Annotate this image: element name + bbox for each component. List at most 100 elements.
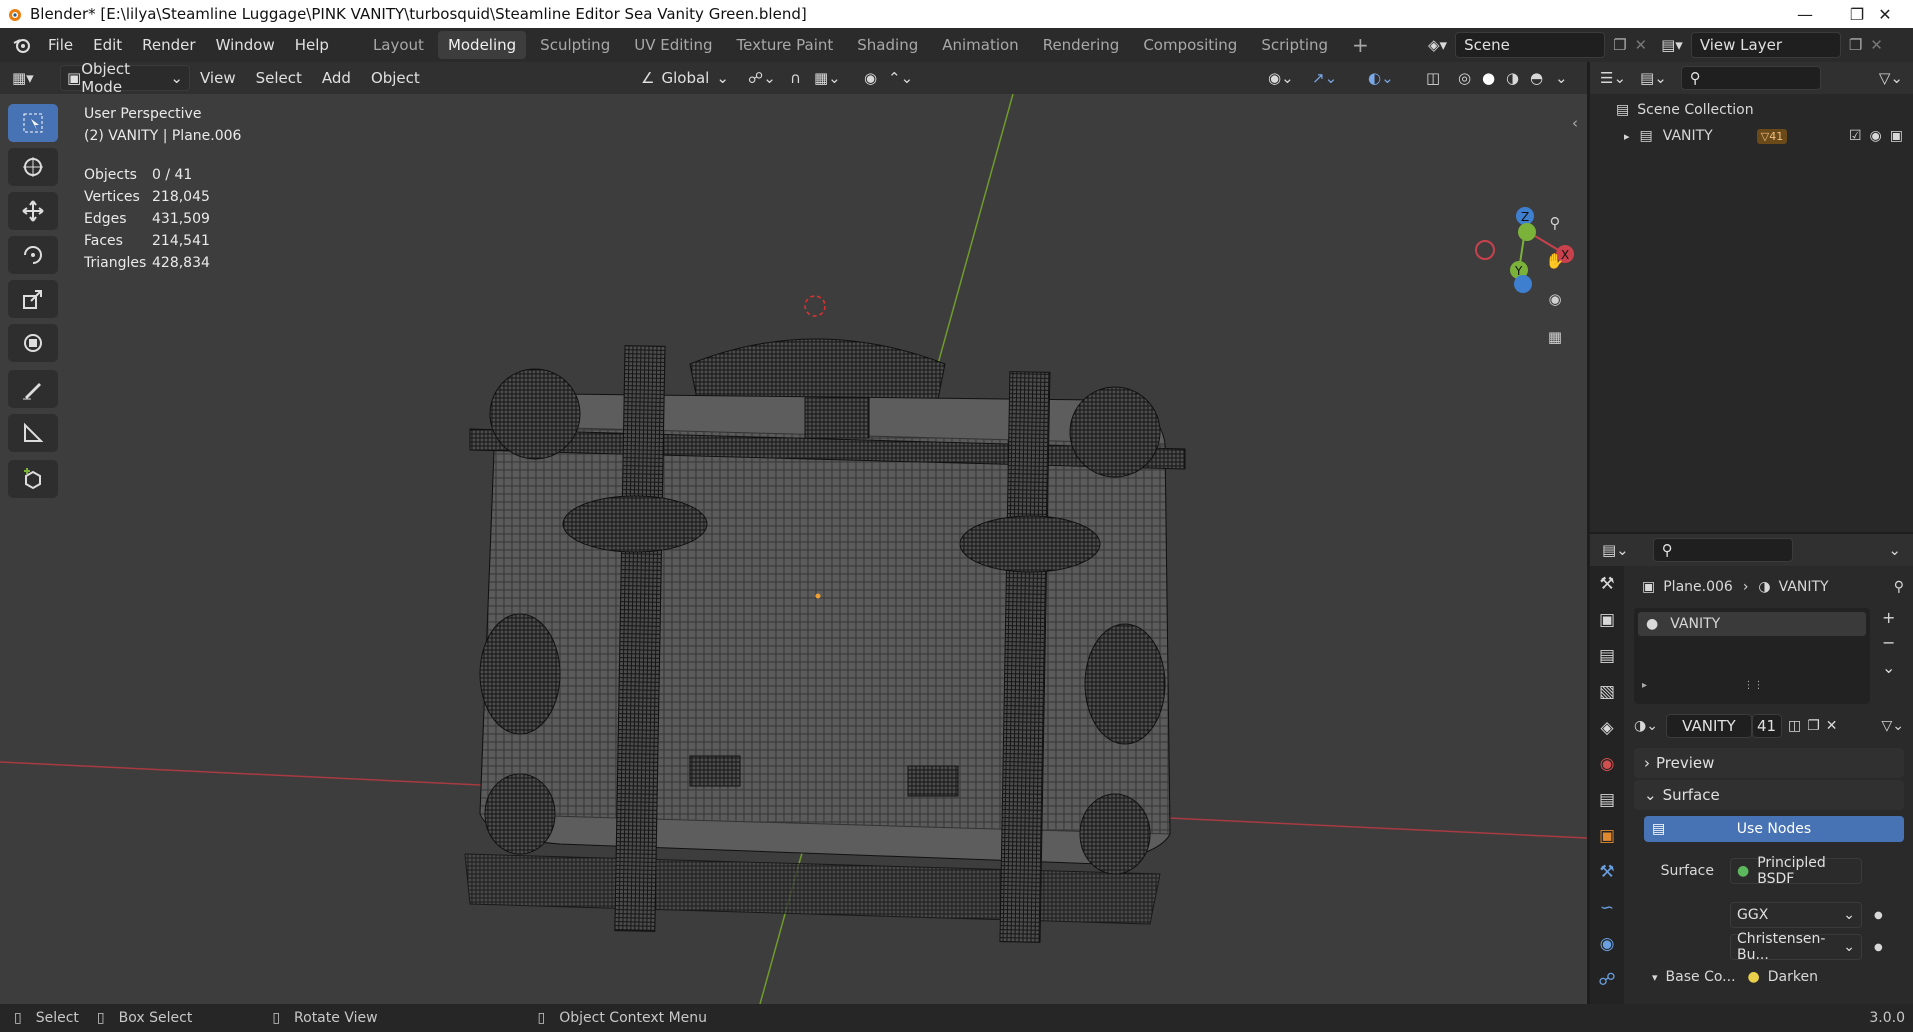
3d-cursor[interactable] <box>804 295 826 317</box>
new-scene-icon[interactable]: ❐ <box>1613 36 1626 54</box>
slot-menu-icon[interactable]: ⌄ <box>1882 658 1895 677</box>
menu-render[interactable]: Render <box>132 28 205 62</box>
remove-view-layer-icon[interactable]: ✕ <box>1870 36 1883 54</box>
eye-icon[interactable]: ◉ <box>1870 128 1882 144</box>
shading-options-icon[interactable]: ⌄ <box>1555 69 1568 87</box>
wireframe-shading-icon[interactable]: ◎ <box>1458 69 1471 87</box>
outliner-search-input[interactable]: ⚲ <box>1680 66 1821 90</box>
chevron-down-icon[interactable]: ⌄ <box>1888 541 1901 559</box>
collection-tab-icon[interactable]: ▤ <box>1590 782 1624 818</box>
add-slot-icon[interactable]: + <box>1882 608 1895 627</box>
render-tab-icon[interactable]: ▣ <box>1590 602 1624 638</box>
add-workspace-icon[interactable]: + <box>1342 31 1379 59</box>
modifier-tab-icon[interactable]: ⚒ <box>1590 854 1624 890</box>
expand-arrow-icon[interactable]: ▸ <box>1624 130 1630 143</box>
tab-animation[interactable]: Animation <box>932 31 1028 59</box>
sidebar-toggle-icon[interactable]: ‹ <box>1572 114 1578 132</box>
tab-modeling[interactable]: Modeling <box>437 31 527 59</box>
falloff-icon[interactable]: ⌃⌄ <box>888 69 913 87</box>
solid-shading-icon[interactable]: ● <box>1482 69 1495 87</box>
distribution-dropdown[interactable]: GGX ⌄ <box>1730 902 1862 928</box>
material-slot-item[interactable]: ● VANITY <box>1638 612 1866 636</box>
xray-icon[interactable]: ◫ <box>1426 69 1440 87</box>
view-layer-tab-icon[interactable]: ▧ <box>1590 674 1624 710</box>
properties-search-input[interactable]: ⚲ <box>1652 538 1793 562</box>
rendered-shading-icon[interactable]: ◓ <box>1530 69 1543 87</box>
view-layer-field[interactable]: View Layer <box>1690 32 1841 58</box>
fake-user-icon[interactable]: ◫ <box>1788 718 1801 734</box>
expand-down-icon[interactable]: ▾ <box>1652 971 1658 984</box>
material-shading-icon[interactable]: ◑ <box>1506 69 1519 87</box>
output-tab-icon[interactable]: ▤ <box>1590 638 1624 674</box>
preview-panel-header[interactable]: › Preview <box>1634 748 1904 778</box>
remove-slot-icon[interactable]: − <box>1882 633 1895 652</box>
surface-panel-header[interactable]: ⌄ Surface <box>1634 780 1904 810</box>
display-mode-icon[interactable]: ▤⌄ <box>1640 69 1667 87</box>
subsurface-dropdown[interactable]: Christensen-Bu... ⌄ <box>1730 931 1862 963</box>
camera-view-icon[interactable]: ◉ <box>1538 282 1572 316</box>
scale-tool-icon[interactable] <box>8 280 58 318</box>
pin-icon[interactable]: ⚲ <box>1894 579 1904 595</box>
visibility-icon[interactable]: ◉⌄ <box>1268 69 1294 87</box>
tool-tab-icon[interactable]: ⚒ <box>1590 566 1624 602</box>
outliner-row-scene-collection[interactable]: ▤ Scene Collection <box>1590 94 1913 120</box>
browse-material-icon[interactable]: ◑⌄ <box>1634 718 1658 734</box>
annotate-tool-icon[interactable] <box>8 370 58 408</box>
scene-canvas[interactable]: X Z Y <box>0 94 1587 1004</box>
menu-file[interactable]: File <box>38 28 83 62</box>
blender-menu-icon[interactable] <box>12 35 32 55</box>
pan-hand-icon[interactable]: ✋ <box>1538 244 1572 278</box>
outliner-row-vanity[interactable]: ▸ ▤ VANITY ▽41 ☑ ◉ ▣ <box>1590 120 1913 146</box>
tab-shading[interactable]: Shading <box>847 31 928 59</box>
properties-editor-icon[interactable]: ▤⌄ <box>1602 541 1629 559</box>
keyframe-dot-icon[interactable]: ● <box>1874 910 1883 921</box>
add-cube-tool-icon[interactable] <box>8 460 58 498</box>
transform-tool-icon[interactable] <box>8 324 58 362</box>
proportional-edit-icon[interactable]: ◉ <box>864 69 877 87</box>
filter-icon[interactable]: ▽⌄ <box>1879 69 1903 87</box>
editor-type-icon[interactable]: ▦▾ <box>12 69 52 87</box>
scene-field[interactable]: Scene <box>1455 32 1606 58</box>
menu-select[interactable]: Select <box>246 61 312 95</box>
physics-tab-icon[interactable]: ◉ <box>1590 926 1624 962</box>
view-layer-icon[interactable]: ▤▾ <box>1661 36 1683 54</box>
exclude-checkbox[interactable]: ☑ <box>1849 128 1862 144</box>
pivot-icon[interactable]: ☍⌄ <box>748 69 776 87</box>
menu-window[interactable]: Window <box>206 28 285 62</box>
tab-texture-paint[interactable]: Texture Paint <box>726 31 843 59</box>
menu-edit[interactable]: Edit <box>83 28 132 62</box>
menu-add[interactable]: Add <box>312 61 361 95</box>
surface-shader-dropdown[interactable]: ● Principled BSDF <box>1730 855 1862 887</box>
world-tab-icon[interactable]: ◉ <box>1590 746 1624 782</box>
menu-help[interactable]: Help <box>285 28 339 62</box>
snap-target-icon[interactable]: ▦⌄ <box>814 69 841 87</box>
duplicate-material-icon[interactable]: ❐ <box>1807 718 1820 734</box>
scene-icon[interactable]: ◈▾ <box>1428 36 1447 54</box>
minimize-button[interactable]: — <box>1777 0 1833 28</box>
ortho-grid-icon[interactable]: ▦ <box>1538 320 1572 354</box>
measure-tool-icon[interactable] <box>8 414 58 452</box>
menu-view[interactable]: View <box>190 61 246 95</box>
move-tool-icon[interactable] <box>8 192 58 230</box>
tab-scripting[interactable]: Scripting <box>1251 31 1338 59</box>
scene-tab-icon[interactable]: ◈ <box>1590 710 1624 746</box>
expand-arrow-icon[interactable]: ▸ <box>1642 680 1647 691</box>
menu-object[interactable]: Object <box>361 61 430 95</box>
new-view-layer-icon[interactable]: ❐ <box>1849 36 1862 54</box>
tab-rendering[interactable]: Rendering <box>1033 31 1130 59</box>
overlays-toggle-icon[interactable]: ◐⌄ <box>1368 69 1394 87</box>
constraints-tab-icon[interactable]: ☍ <box>1590 962 1624 998</box>
tab-layout[interactable]: Layout <box>363 31 434 59</box>
zoom-icon[interactable]: ⚲ <box>1538 206 1572 240</box>
gizmo-toggle-icon[interactable]: ↗⌄ <box>1312 69 1337 87</box>
snap-icon[interactable]: ∩ <box>790 69 801 87</box>
tab-sculpting[interactable]: Sculpting <box>530 31 620 59</box>
resize-handle-icon[interactable]: ⋮⋮ <box>1744 680 1764 691</box>
material-name-field[interactable]: VANITY <box>1665 714 1752 738</box>
mode-dropdown[interactable]: ▣ Object Mode ⌄ <box>60 60 190 96</box>
camera-icon[interactable]: ▣ <box>1890 128 1903 144</box>
viewport-3d[interactable]: X Z Y User Perspective (2) VANITY | Plan… <box>0 94 1587 1004</box>
close-window-button[interactable]: ✕ <box>1857 0 1913 28</box>
rotate-tool-icon[interactable] <box>8 236 58 274</box>
material-users-count[interactable]: 41 <box>1751 714 1782 738</box>
